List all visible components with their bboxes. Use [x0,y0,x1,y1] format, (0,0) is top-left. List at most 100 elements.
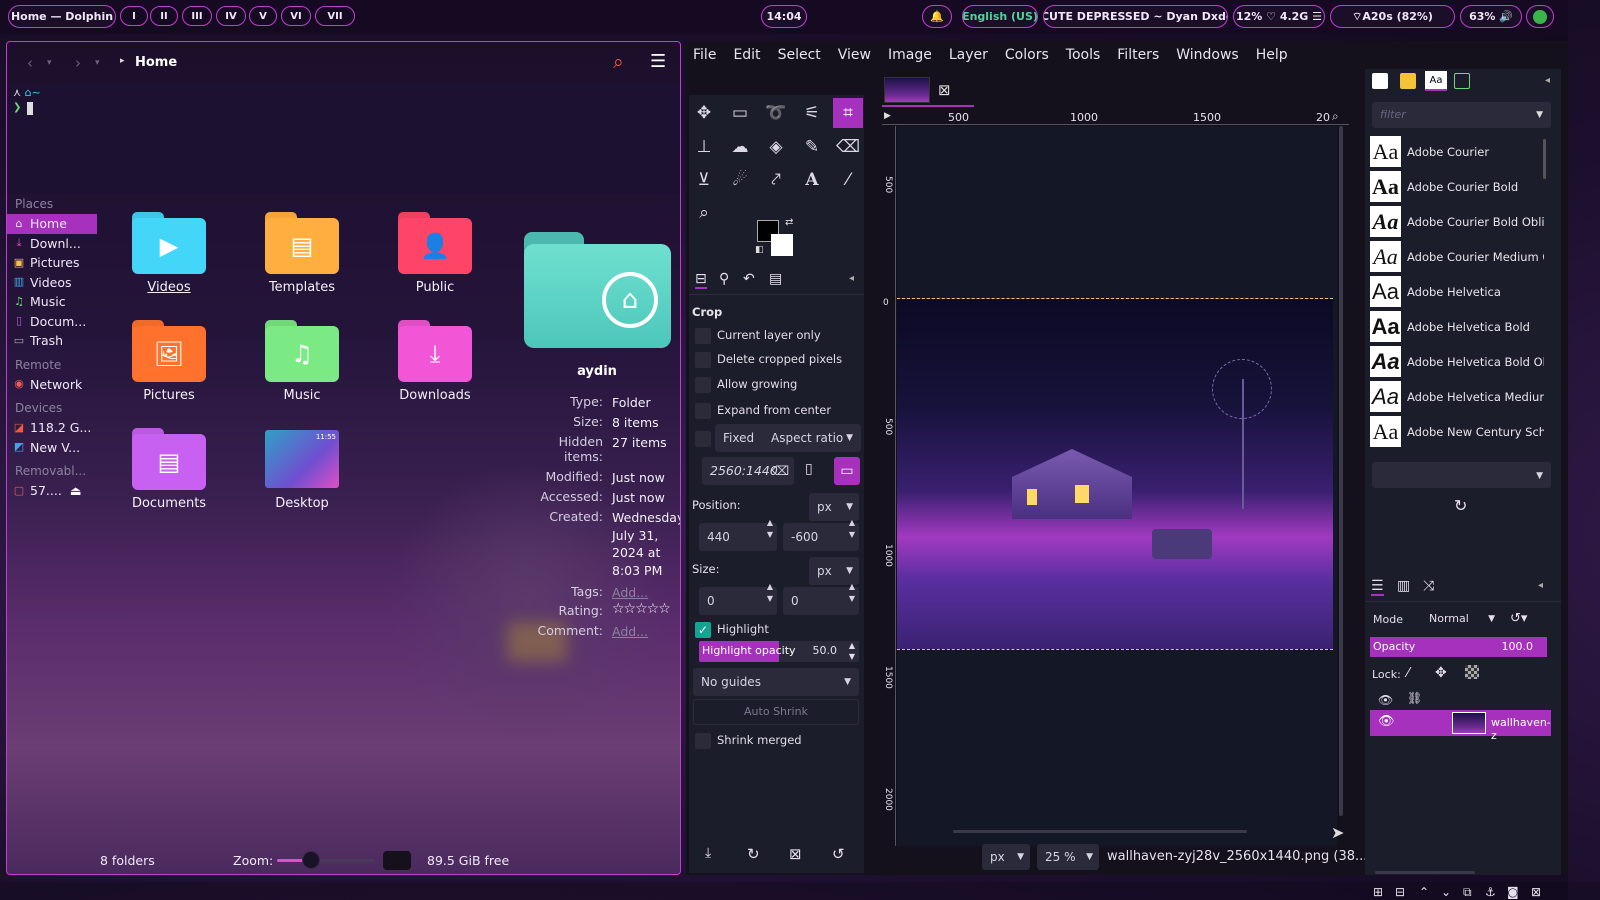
zoom-slider-handle[interactable] [302,851,321,869]
font-tab-icon[interactable]: Aa [1425,71,1447,91]
tags-add-link[interactable]: Add... [612,584,680,602]
checkbox-highlight[interactable]: ✓ [695,622,711,638]
hamburger-menu-icon[interactable]: ☰ [650,51,666,72]
font-item[interactable]: Aa Adobe Courier Medium Obl [1370,240,1546,273]
places-item-downloads[interactable]: ⤓ Downl... [7,234,97,254]
volume-indicator[interactable]: 63% 🔊 [1460,5,1522,28]
gradient-tab-icon[interactable] [1454,73,1470,89]
ratio-input[interactable]: 2560:1440 ⌫ [702,457,794,485]
workspace-3[interactable]: III [182,6,212,26]
back-icon[interactable]: ‹ [27,54,33,72]
spin-icon[interactable]: ▲ ▼ [849,581,855,605]
layers-tab-icon[interactable]: ☰ [1371,578,1384,596]
mode-dropdown[interactable]: Normal ▼ [1429,608,1497,630]
menu-select[interactable]: Select [778,47,821,63]
folder-documents[interactable]: ▤ Documents [119,428,219,511]
spin-icon[interactable]: ▲ ▼ [767,517,773,541]
font-tags-dropdown[interactable]: ▼ [1372,462,1551,488]
menu-view[interactable]: View [838,47,871,63]
rating-stars[interactable]: ☆☆☆☆☆ [612,601,680,619]
folder-public[interactable]: 👤 Public [385,212,485,295]
back-history-icon[interactable]: ▾ [47,58,52,68]
menu-help[interactable]: Help [1256,47,1288,63]
menu-file[interactable]: File [693,47,716,63]
brush-tab-icon[interactable] [1372,73,1388,89]
font-item[interactable]: Aa Adobe Helvetica Bold Obliq [1370,345,1546,378]
canvas-area[interactable] [897,126,1337,846]
workspace-5[interactable]: V [249,6,277,26]
font-item[interactable]: Aa Adobe Helvetica Medium C [1370,380,1546,413]
font-item[interactable]: Aa Adobe New Century School [1370,415,1546,448]
checkbox-delete-cropped[interactable] [695,352,711,368]
layers-scrollbar[interactable] [1375,871,1475,874]
portrait-icon[interactable]: ▯ [805,461,813,477]
restore-options-icon[interactable]: ↻ [747,845,760,863]
cpu-ram-indicator[interactable]: 12% ♡ 4.2G ☰ [1233,5,1325,28]
refresh-icon[interactable]: ↻ [1454,496,1467,515]
size-width-input[interactable]: 0 ▲ ▼ [699,582,777,615]
menu-tools[interactable]: Tools [1066,47,1101,63]
mode-reset-icon[interactable]: ↺▾ [1510,611,1527,626]
unit-dropdown[interactable]: px ▼ [982,844,1030,870]
checkbox-allow-growing[interactable] [695,377,711,393]
zoom-slider[interactable] [277,851,375,869]
power-button[interactable] [1526,5,1554,28]
wifi-indicator[interactable]: ⌔ A20s (82%) [1330,5,1455,28]
font-filter-input[interactable]: filter ▼ [1372,102,1551,128]
eraser-icon[interactable]: ⌫ [833,132,863,162]
rect-select-icon[interactable]: ▭ [725,98,755,128]
places-item-videos[interactable]: ▥ Videos [7,273,97,293]
crop-tool-icon[interactable]: ⌗ [833,98,863,128]
comment-add-link[interactable]: Add... [612,623,680,641]
places-item-documents[interactable]: ▯ Docum... [7,312,97,332]
tool-options-tab-icon[interactable]: ⊟ [695,271,707,289]
keyboard-layout[interactable]: English (US) [962,5,1038,28]
breadcrumb[interactable]: Home [135,55,177,70]
workspace-7[interactable]: VII [315,6,355,26]
folder-pictures[interactable]: 🖼 Pictures [119,320,219,403]
raise-layer-icon[interactable]: ⌃ [1419,885,1429,899]
forward-history-icon[interactable]: ▾ [95,58,100,68]
color-picker-icon[interactable]: ⁄ [833,165,863,195]
warp-icon[interactable]: ☁ [725,132,755,162]
zoom-dropdown[interactable]: 25 % ▼ [1037,844,1099,870]
anchor-layer-icon[interactable]: ⚓ [1485,885,1496,899]
bell-icon[interactable]: 🔔 [922,5,952,28]
paths-icon[interactable]: ⤤ [761,165,791,195]
text-tool-icon[interactable]: A [797,165,827,195]
reset-colors-icon[interactable]: ◧ [755,245,764,255]
close-tab-icon[interactable]: ⊠ [938,81,951,99]
folder-music[interactable]: ♫ Music [252,320,352,403]
zoom-tool-icon[interactable]: ⌕ [689,198,719,228]
places-item-music[interactable]: ♫ Music [7,292,97,312]
transform-icon[interactable]: ⊥ [689,132,719,162]
delete-layer-icon[interactable]: ⊠ [1531,885,1541,899]
menu-filters[interactable]: Filters [1117,47,1159,63]
font-item[interactable]: Aa Adobe Courier Bold [1370,170,1546,203]
font-list-scrollbar[interactable] [1543,139,1546,179]
lock-pixels-icon[interactable]: ⁄ [1407,666,1409,681]
duplicate-layer-icon[interactable]: ⧉ [1463,885,1472,900]
places-item-volume[interactable]: ◩ New V... [7,438,97,458]
workspace-4[interactable]: IV [216,6,246,26]
move-tool-icon[interactable]: ✥ [689,98,719,128]
workspace-6[interactable]: VI [281,6,311,26]
navigate-arrow-icon[interactable]: ➤ [1331,823,1344,842]
menu-windows[interactable]: Windows [1176,47,1239,63]
places-item-trash[interactable]: ▭ Trash [7,331,97,351]
lasso-icon[interactable]: ➰ [761,98,791,128]
lower-layer-icon[interactable]: ⌄ [1441,885,1451,899]
now-playing[interactable]: ♪ CUTE DEPRESSED ~ Dyan Dxddy [1043,5,1228,28]
menu-colors[interactable]: Colors [1005,47,1049,63]
lock-alpha-icon[interactable] [1465,665,1479,679]
save-options-icon[interactable]: ⤓ [705,845,711,861]
font-item[interactable]: Aa Adobe Helvetica [1370,275,1546,308]
fuzzy-select-icon[interactable]: ⚟ [797,98,827,128]
guides-dropdown[interactable]: No guides ▼ [693,668,859,696]
layer-row[interactable]: 👁 wallhaven-z [1370,710,1551,742]
mask-layer-icon[interactable]: ◙ [1507,885,1519,899]
navigate-icon[interactable]: ▶ [884,111,891,121]
channels-tab-icon[interactable]: ▥ [1397,578,1410,594]
device-status-tab-icon[interactable]: ⚲ [719,271,729,287]
highlight-opacity-slider[interactable]: Highlight opacity 50.0 ▲ ▼ [699,641,859,662]
